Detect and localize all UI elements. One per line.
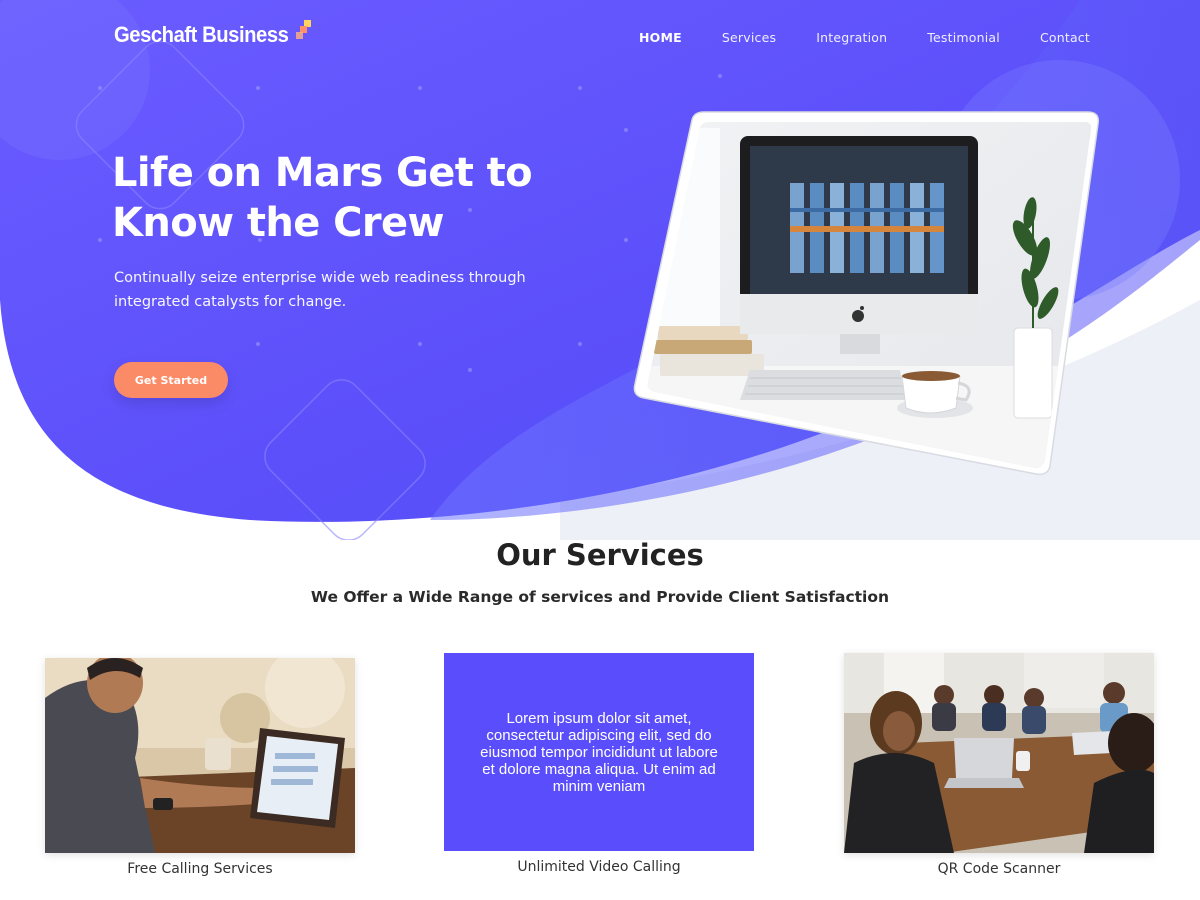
main-nav: HOME Services Integration Testimonial Co… [599, 30, 1090, 45]
free-calling-caption: Free Calling Services [127, 861, 273, 877]
services-subtitle: We Offer a Wide Range of services and Pr… [310, 588, 890, 606]
nav-home[interactable]: HOME [639, 30, 682, 45]
hero-device-image [633, 111, 1100, 476]
qr-scanner-caption: QR Code Scanner [937, 861, 1061, 877]
service-card-qr-scanner[interactable]: QR Code Scanner [844, 653, 1154, 877]
services-title: Our Services [496, 538, 704, 572]
hero-title: Life on Mars Get to Know the Crew [112, 150, 533, 246]
hero-subtitle: Continually seize enterprise wide web re… [114, 270, 526, 310]
video-calling-caption: Unlimited Video Calling [517, 859, 681, 875]
logo-mark-icon [295, 20, 312, 40]
free-calling-image [45, 658, 355, 853]
brand-name: Geschaft Business [114, 22, 289, 47]
nav-integration[interactable]: Integration [816, 30, 887, 45]
nav-services[interactable]: Services [722, 30, 776, 45]
video-calling-description: Lorem ipsum dolor sit amet, consectetur … [444, 653, 754, 851]
qr-scanner-image [844, 653, 1154, 853]
service-card-free-calling[interactable]: Free Calling Services [45, 658, 355, 877]
service-card-video-calling[interactable]: Lorem ipsum dolor sit amet, consectetur … [444, 653, 754, 875]
nav-contact[interactable]: Contact [1040, 30, 1090, 45]
brand-logo[interactable]: Geschaft Business [114, 20, 312, 48]
get-started-button[interactable]: Get Started [114, 362, 228, 398]
nav-testimonial[interactable]: Testimonial [927, 30, 1000, 45]
